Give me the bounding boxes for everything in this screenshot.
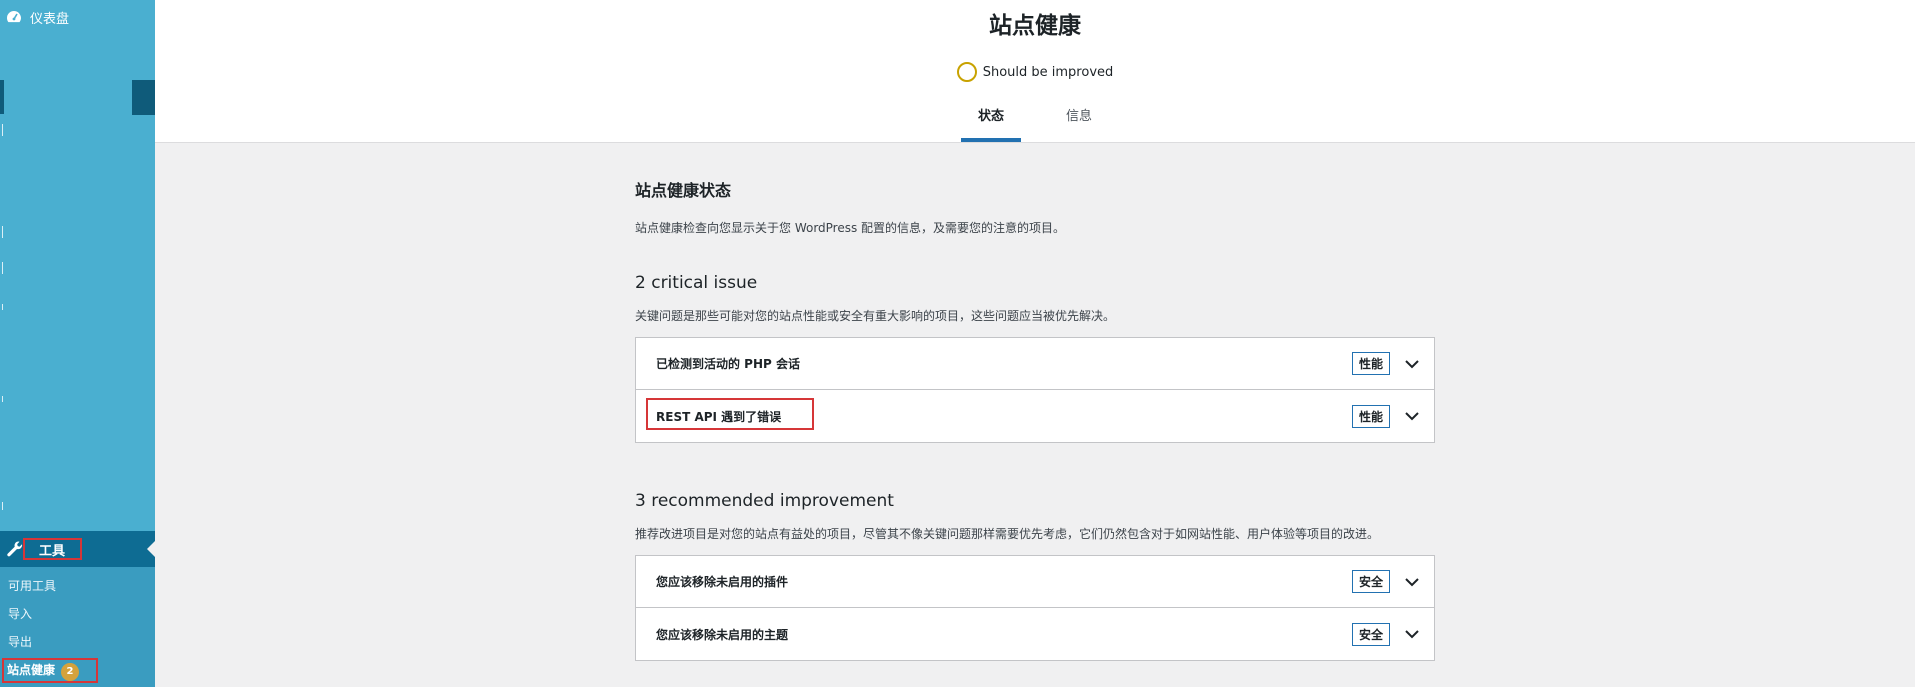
section-heading: 站点健康状态 [635, 181, 732, 200]
chevron-down-icon[interactable] [1404, 408, 1420, 424]
tab-bar: 状态 信息 [155, 102, 1915, 142]
issue-title: 已检测到活动的 PHP 会话 [656, 357, 800, 371]
sidebar-divider [2, 124, 3, 136]
submenu-item-export[interactable]: 导出 [8, 632, 32, 652]
recommended-desc: 推荐改进项目是对您的站点有益处的项目，尽管其不像关键问题那样需要优先考虑，它们仍… [635, 527, 1380, 541]
chevron-down-icon[interactable] [1404, 574, 1420, 590]
critical-issues-list: 已检测到活动的 PHP 会话 性能 REST API 遇到了错误 性能 [635, 337, 1435, 443]
critical-heading: 2 critical issue [635, 273, 758, 293]
sidebar-divider [2, 502, 3, 510]
chevron-down-icon[interactable] [1404, 356, 1420, 372]
issue-tag: 安全 [1351, 622, 1390, 646]
issue-row[interactable]: 已检测到活动的 PHP 会话 性能 [636, 338, 1434, 390]
tab-info[interactable]: 信息 [1049, 102, 1109, 142]
sidebar-divider [2, 396, 3, 402]
sidebar-marker [132, 80, 155, 115]
sidebar-item-label: 仪表盘 [30, 11, 70, 27]
issue-tag: 安全 [1351, 570, 1390, 593]
tab-status[interactable]: 状态 [961, 102, 1021, 142]
status-text: Should be improved [982, 64, 1114, 80]
sidebar-divider [2, 304, 3, 310]
sidebar-item-dashboard[interactable]: 仪表盘 [0, 0, 155, 34]
status-ring-icon [956, 62, 977, 82]
submenu-item-available-tools[interactable]: 可用工具 [8, 576, 56, 596]
issue-row[interactable]: 您应该移除未启用的主题 安全 [636, 608, 1434, 660]
highlight-box [646, 398, 814, 430]
submenu-item-import[interactable]: 导入 [8, 604, 32, 624]
recommended-issues-list: 您应该移除未启用的插件 安全 您应该移除未启用的主题 安全 [635, 555, 1435, 661]
highlight-box [23, 538, 82, 560]
issue-title: 您应该移除未启用的插件 [656, 575, 789, 589]
sidebar-divider [2, 226, 3, 238]
wrench-icon [6, 540, 24, 558]
health-status: Should be improved [155, 62, 1915, 82]
issue-title: 您应该移除未启用的主题 [656, 627, 789, 642]
recommended-heading: 3 recommended improvement [635, 491, 894, 511]
sidebar-divider [2, 262, 3, 274]
admin-sidebar: 仪表盘 工具 可用工具 导入 导出 站点健康 2 [0, 0, 155, 687]
dashboard-icon [6, 9, 22, 25]
section-intro: 站点健康检查向您显示关于您 WordPress 配置的信息，及需要您的注意的项目… [635, 221, 1066, 235]
critical-desc: 关键问题是那些可能对您的站点性能或安全有重大影响的项目，这些问题应当被优先解决。 [635, 309, 1116, 323]
issue-tag: 性能 [1351, 404, 1390, 428]
chevron-down-icon[interactable] [1404, 626, 1420, 642]
page-title: 站点健康 [989, 13, 1081, 39]
main-content: 站点健康状态 站点健康检查向您显示关于您 WordPress 配置的信息，及需要… [635, 143, 1435, 661]
sidebar-marker [0, 80, 4, 114]
issue-tag: 性能 [1351, 352, 1390, 375]
issue-row[interactable]: REST API 遇到了错误 性能 [636, 390, 1434, 442]
highlight-box [2, 658, 98, 683]
issue-row[interactable]: 您应该移除未启用的插件 安全 [636, 556, 1434, 608]
page-header: 站点健康 Should be improved 状态 信息 [155, 0, 1915, 143]
